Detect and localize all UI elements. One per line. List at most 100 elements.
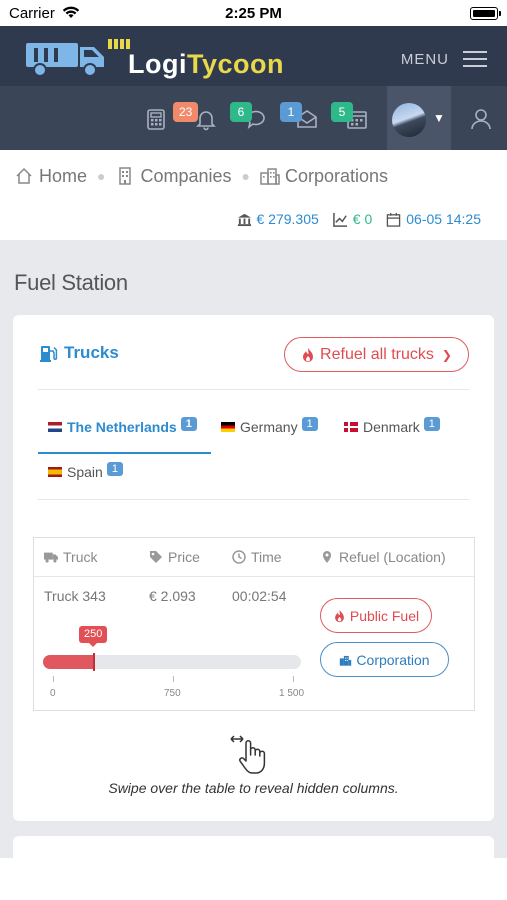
breadcrumb-corporations-label: Corporations: [285, 165, 389, 186]
line-chart-icon: [332, 212, 347, 227]
tab-germany[interactable]: Germany 1: [221, 417, 318, 435]
breadcrumb-home[interactable]: Home: [14, 166, 87, 187]
status-bar: Carrier 2:25 PM: [0, 0, 507, 26]
battery-icon: [470, 7, 501, 20]
denmark-flag-icon: [344, 422, 358, 432]
refuel-all-trucks-button[interactable]: Refuel all trucks ❯: [284, 337, 469, 372]
balance-stat: € 279.305: [237, 211, 319, 227]
slider-handle[interactable]: [93, 653, 95, 671]
slider-tick-label: 1 500: [279, 688, 305, 699]
tab-netherlands[interactable]: The Netherlands 1: [48, 417, 197, 435]
column-header-refuel: Refuel (Location): [320, 549, 446, 565]
tab-denmark-label: Denmark: [363, 419, 420, 435]
app-logo[interactable]: LogiTycoon: [24, 35, 283, 79]
divider: [38, 389, 469, 390]
building-icon: [119, 167, 132, 185]
menu-label: MENU: [400, 50, 449, 68]
buildings-icon: [340, 655, 352, 666]
slider-tick-label: 750: [164, 688, 181, 699]
mail-badge: 1: [280, 102, 302, 122]
active-tab-indicator: [38, 452, 211, 454]
tab-spain-count: 1: [106, 462, 123, 476]
corporation-label: Corporation: [356, 651, 430, 668]
fire-icon: [303, 347, 314, 362]
chevron-down-icon: ▼: [433, 111, 445, 125]
truck-logo-icon: [26, 39, 130, 77]
top-navbar: LogiTycoon MENU: [0, 26, 507, 86]
tab-spain-label: Spain: [67, 464, 103, 480]
slider-tick-label: 0: [50, 688, 56, 699]
column-header-time: Time: [232, 549, 282, 565]
tag-icon: [150, 551, 162, 563]
cell-price: € 2.093: [149, 588, 196, 604]
balance-value: € 279.305: [256, 211, 319, 227]
tab-germany-label: Germany: [240, 419, 298, 435]
hamburger-icon: [463, 46, 487, 72]
buildings-icon: [260, 168, 280, 185]
swipe-hand-icon: [230, 735, 266, 774]
messages-badge: 6: [230, 102, 252, 122]
spain-flag-icon: [48, 467, 62, 477]
trucks-title-label: Trucks: [64, 343, 119, 362]
breadcrumb-companies-label: Companies: [140, 165, 232, 186]
notifications-badge: 23: [173, 102, 199, 122]
breadcrumb-corporations[interactable]: Corporations: [260, 166, 388, 187]
breadcrumb-separator: ●: [97, 168, 106, 184]
datetime-value: 06-05 14:25: [406, 211, 481, 227]
menu-button[interactable]: MENU: [401, 46, 487, 72]
column-header-truck-label: Truck: [63, 549, 98, 565]
slider-tick: [173, 676, 174, 682]
public-fuel-label: Public Fuel: [349, 607, 420, 624]
column-header-refuel-label: Refuel (Location): [339, 549, 446, 565]
slider-tick: [53, 676, 54, 682]
secondary-navbar: 23 6 1 5 ▼: [0, 86, 507, 150]
cell-time: 00:02:54: [232, 588, 287, 604]
tab-spain[interactable]: Spain 1: [48, 462, 123, 480]
user-avatar-dropdown[interactable]: ▼: [387, 86, 451, 150]
breadcrumb: Home ● Companies ● Corporations: [0, 150, 507, 202]
app-name: LogiTycoon: [128, 49, 284, 80]
income-value: € 0: [352, 211, 373, 227]
refuel-all-label: Refuel all trucks: [320, 345, 434, 363]
column-header-price-label: Price: [168, 549, 200, 565]
page-title: Fuel Station: [14, 270, 128, 295]
breadcrumb-home-label: Home: [39, 165, 88, 186]
tab-netherlands-label: The Netherlands: [67, 419, 177, 435]
breadcrumb-companies[interactable]: Companies: [115, 165, 232, 187]
clock: 2:25 PM: [225, 5, 282, 22]
tab-netherlands-count: 1: [180, 417, 197, 431]
app-name-part2: Tycoon: [186, 49, 284, 79]
user-icon[interactable]: [468, 106, 494, 132]
clock-icon: [232, 550, 246, 564]
truck-icon: [44, 552, 58, 563]
bank-icon: [237, 213, 251, 226]
slider-tick: [293, 676, 294, 682]
calendar-badge: 5: [331, 102, 353, 122]
corporation-fuel-button[interactable]: Corporation: [320, 642, 449, 677]
app-name-part1: Logi: [128, 49, 187, 79]
gas-pump-icon: [40, 346, 58, 362]
netherlands-flag-icon: [48, 422, 62, 432]
column-header-price: Price: [149, 549, 200, 565]
table-header-divider: [34, 576, 474, 577]
breadcrumb-separator: ●: [241, 168, 250, 184]
column-header-time-label: Time: [251, 549, 282, 565]
tab-denmark[interactable]: Denmark 1: [344, 417, 440, 435]
germany-flag-icon: [221, 422, 235, 432]
public-fuel-button[interactable]: Public Fuel: [320, 598, 432, 633]
home-icon: [16, 167, 32, 184]
fuel-amount-slider[interactable]: [43, 653, 301, 671]
swipe-hint-text: Swipe over the table to reveal hidden co…: [108, 780, 399, 796]
tab-germany-count: 1: [301, 417, 318, 431]
trucks-title: Trucks: [38, 343, 119, 363]
bottom-area: [0, 858, 507, 900]
calendar-small-icon: [387, 212, 401, 227]
calculator-icon[interactable]: [143, 106, 169, 132]
divider: [38, 499, 469, 500]
fire-icon: [334, 609, 344, 622]
avatar: [392, 103, 426, 137]
map-marker-icon: [323, 551, 331, 563]
cell-truck-name: Truck 343: [44, 588, 106, 604]
slider-fill: [43, 655, 94, 669]
datetime-stat: 06-05 14:25: [386, 211, 481, 227]
